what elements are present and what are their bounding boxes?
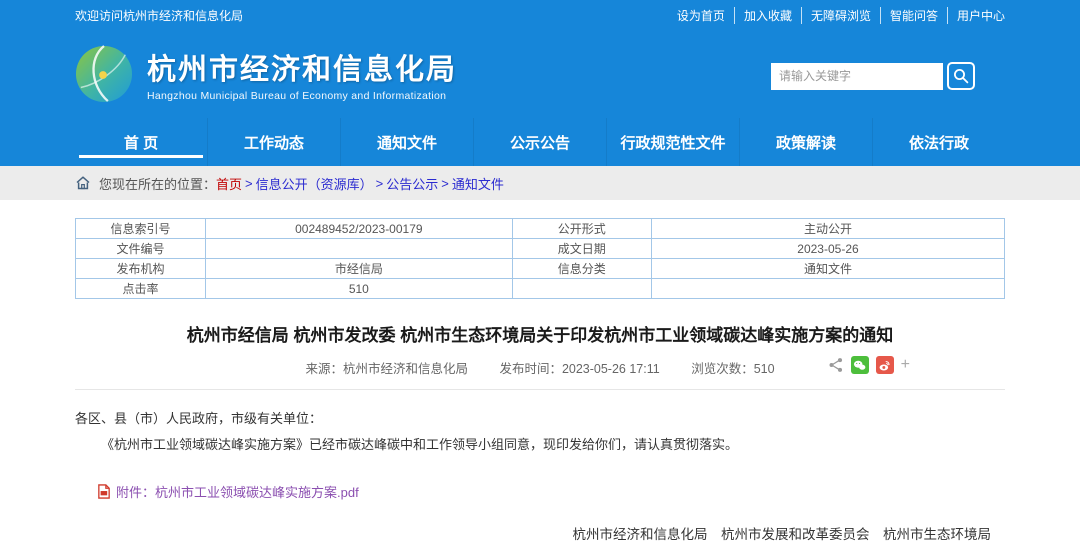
search-button[interactable] xyxy=(947,62,975,90)
attachment-row: 附件：杭州市工业领域碳达峰实施方案.pdf xyxy=(97,482,1005,501)
table-row: 文件编号 成文日期 2023-05-26 xyxy=(76,239,1005,259)
table-row: 发布机构 市经信局 信息分类 通知文件 xyxy=(76,259,1005,279)
link-accessibility[interactable]: 无障碍浏览 xyxy=(802,7,881,24)
more-share-icon[interactable]: + xyxy=(901,356,910,374)
article-publish-time: 发布时间：2023-05-26 17:11 xyxy=(499,362,659,376)
site-subtitle: Hangzhou Municipal Bureau of Economy and… xyxy=(147,90,457,102)
search-icon xyxy=(953,68,969,84)
topbar: 欢迎访问杭州市经济和信息化局 设为首页 加入收藏 无障碍浏览 智能问答 用户中心 xyxy=(0,0,1080,30)
nav-label: 依法行政 xyxy=(909,132,969,153)
masthead: 杭州市经济和信息化局 Hangzhou Municipal Bureau of … xyxy=(0,30,1080,118)
nav-label: 行政规范性文件 xyxy=(620,132,725,153)
link-user-center[interactable]: 用户中心 xyxy=(948,7,1005,24)
article-view-count: 浏览次数：510 xyxy=(691,362,774,376)
welcome-text: 欢迎访问杭州市经济和信息化局 xyxy=(75,7,243,24)
article-body: 各区、县（市）人民政府，市级有关单位： 《杭州市工业领域碳达峰实施方案》已经市碳… xyxy=(75,406,1005,458)
table-row: 点击率 510 xyxy=(76,279,1005,299)
link-set-homepage[interactable]: 设为首页 xyxy=(668,7,735,24)
breadcrumb-home[interactable]: 首页 xyxy=(216,174,242,193)
issuing-agencies: 杭州市经济和信息化局 杭州市发展和改革委员会 杭州市生态环境局 xyxy=(75,523,1005,543)
link-add-favorite[interactable]: 加入收藏 xyxy=(735,7,802,24)
info-index-value: 002489452/2023-00179 xyxy=(206,219,513,239)
share-icon[interactable] xyxy=(828,357,844,373)
search-input[interactable] xyxy=(771,63,943,90)
nav-item-notices[interactable]: 通知文件 xyxy=(340,118,473,166)
empty-cell xyxy=(512,279,651,299)
public-form-label: 公开形式 xyxy=(512,219,651,239)
search-area xyxy=(771,62,975,90)
nav-item-work-news[interactable]: 工作动态 xyxy=(207,118,340,166)
breadcrumb-separator: > xyxy=(245,176,253,191)
publisher-label: 发布机构 xyxy=(76,259,206,279)
breadcrumb-prefix: 您现在所在的位置： xyxy=(99,174,216,193)
site-title: 杭州市经济和信息化局 xyxy=(147,46,457,88)
article-source: 来源：杭州市经济和信息化局 xyxy=(305,362,468,376)
category-label: 信息分类 xyxy=(512,259,651,279)
wechat-share-icon[interactable] xyxy=(851,356,869,374)
empty-cell xyxy=(651,279,1004,299)
breadcrumb-separator: > xyxy=(376,176,384,191)
article-paragraph: 各区、县（市）人民政府，市级有关单位： xyxy=(75,406,1005,432)
topbar-links: 设为首页 加入收藏 无障碍浏览 智能问答 用户中心 xyxy=(668,7,1005,24)
nav-label: 工作动态 xyxy=(244,132,304,153)
weibo-share-icon[interactable] xyxy=(876,356,894,374)
doc-number-value xyxy=(206,239,513,259)
issue-date-label: 成文日期 xyxy=(512,239,651,259)
public-form-value: 主动公开 xyxy=(651,219,1004,239)
breadcrumb-info-disclosure[interactable]: 信息公开（资源库） xyxy=(256,174,373,193)
nav-item-home[interactable]: 首 页 xyxy=(75,118,207,166)
nav-label: 首 页 xyxy=(124,132,158,153)
article-meta: 来源：杭州市经济和信息化局 发布时间：2023-05-26 17:11 浏览次数… xyxy=(75,358,1005,390)
breadcrumb-announcements[interactable]: 公告公示 xyxy=(386,174,438,193)
attachment-pdf-link[interactable]: 附件：杭州市工业领域碳达峰实施方案.pdf xyxy=(116,482,359,501)
category-value: 通知文件 xyxy=(651,259,1004,279)
document-info-table: 信息索引号 002489452/2023-00179 公开形式 主动公开 文件编… xyxy=(75,218,1005,299)
link-smart-qa[interactable]: 智能问答 xyxy=(881,7,948,24)
doc-number-label: 文件编号 xyxy=(76,239,206,259)
click-rate-label: 点击率 xyxy=(76,279,206,299)
nav-item-administration-by-law[interactable]: 依法行政 xyxy=(872,118,1005,166)
click-rate-value: 510 xyxy=(206,279,513,299)
article-paragraph: 《杭州市工业领域碳达峰实施方案》已经市碳达峰碳中和工作领导小组同意，现印发给你们… xyxy=(75,432,1005,458)
info-index-label: 信息索引号 xyxy=(76,219,206,239)
publisher-value: 市经信局 xyxy=(206,259,513,279)
article-title: 杭州市经信局 杭州市发改委 杭州市生态环境局关于印发杭州市工业领域碳达峰实施方案… xyxy=(75,321,1005,346)
table-row: 信息索引号 002489452/2023-00179 公开形式 主动公开 xyxy=(76,219,1005,239)
breadcrumb-separator: > xyxy=(441,176,449,191)
pdf-file-icon xyxy=(97,484,111,499)
issue-date-value: 2023-05-26 xyxy=(651,239,1004,259)
main-nav: 首 页 工作动态 通知文件 公示公告 行政规范性文件 政策解读 依法行政 xyxy=(0,118,1080,166)
brand-block: 杭州市经济和信息化局 Hangzhou Municipal Bureau of … xyxy=(147,46,457,102)
nav-item-regulatory-documents[interactable]: 行政规范性文件 xyxy=(606,118,739,166)
site-header-area: 欢迎访问杭州市经济和信息化局 设为首页 加入收藏 无障碍浏览 智能问答 用户中心 xyxy=(0,0,1080,166)
nav-label: 公示公告 xyxy=(510,132,570,153)
share-toolbar: + xyxy=(828,356,910,374)
home-icon xyxy=(75,175,91,191)
nav-label: 政策解读 xyxy=(776,132,836,153)
breadcrumb: 您现在所在的位置： 首页> 信息公开（资源库）> 公告公示> 通知文件 xyxy=(0,166,1080,200)
page-content: 信息索引号 002489452/2023-00179 公开形式 主动公开 文件编… xyxy=(0,200,1080,553)
nav-item-announcements[interactable]: 公示公告 xyxy=(473,118,606,166)
nav-item-policy-interpretation[interactable]: 政策解读 xyxy=(739,118,872,166)
breadcrumb-notice-documents[interactable]: 通知文件 xyxy=(452,174,504,193)
bureau-logo-icon xyxy=(75,45,133,103)
nav-label: 通知文件 xyxy=(377,132,437,153)
